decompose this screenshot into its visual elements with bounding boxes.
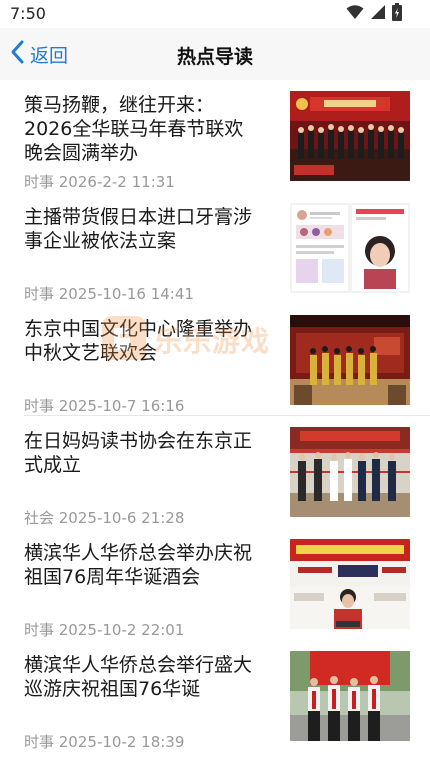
news-item[interactable]: 横滨华人华侨总会举行盛大巡游庆祝祖国76华诞 时事 2025-10-2 18:3… — [0, 640, 430, 752]
news-thumbnail[interactable] — [290, 203, 410, 293]
cellular-signal-icon — [370, 4, 386, 24]
status-time: 7:50 — [10, 4, 46, 23]
nav-bar: 返回 热点导读 — [0, 28, 430, 80]
news-thumbnail[interactable] — [290, 539, 410, 629]
news-title: 东京中国文化中心隆重举办中秋文艺联欢会 — [24, 318, 253, 364]
news-thumbnail[interactable] — [290, 427, 410, 517]
news-meta: 时事 2025-10-2 22:01 — [24, 621, 185, 639]
news-meta: 时事 2026-2-2 11:31 — [24, 173, 175, 191]
status-icons — [346, 3, 402, 25]
news-list: 策马扬鞭，继往开来：2026全华联马年春节联欢晚会圆满举办 时事 2026-2-… — [0, 80, 430, 752]
news-meta: 时事 2025-10-2 18:39 — [24, 733, 185, 751]
news-thumbnail[interactable] — [290, 651, 410, 741]
news-item[interactable]: 策马扬鞭，继往开来：2026全华联马年春节联欢晚会圆满举办 时事 2026-2-… — [0, 80, 430, 192]
page-title: 热点导读 — [176, 46, 253, 68]
news-title: 主播带货假日本进口牙膏涉事企业被依法立案 — [24, 206, 253, 252]
news-meta: 时事 2025-10-7 16:16 — [24, 397, 185, 415]
news-title: 策马扬鞭，继往开来：2026全华联马年春节联欢晚会圆满举办 — [24, 94, 244, 164]
news-thumbnail[interactable] — [290, 315, 410, 405]
news-title: 横滨华人华侨总会举行盛大巡游庆祝祖国76华诞 — [24, 654, 253, 700]
news-item[interactable]: 横滨华人华侨总会举办庆祝祖国76周年华诞酒会 时事 2025-10-2 22:0… — [0, 528, 430, 640]
news-meta: 时事 2025-10-16 14:41 — [24, 285, 194, 303]
wifi-icon — [346, 4, 364, 24]
status-bar: 7:50 — [0, 0, 430, 28]
news-title: 横滨华人华侨总会举办庆祝祖国76周年华诞酒会 — [24, 542, 253, 588]
news-item[interactable]: 东京中国文化中心隆重举办中秋文艺联欢会 时事 2025-10-7 16:16 — [0, 304, 430, 416]
news-meta: 社会 2025-10-6 21:28 — [24, 509, 185, 527]
news-item[interactable]: 主播带货假日本进口牙膏涉事企业被依法立案 时事 2025-10-16 14:41 — [0, 192, 430, 304]
news-title: 在日妈妈读书协会在东京正式成立 — [24, 430, 253, 476]
battery-icon — [392, 3, 402, 25]
news-thumbnail[interactable] — [290, 91, 410, 181]
news-item[interactable]: 在日妈妈读书协会在东京正式成立 社会 2025-10-6 21:28 — [0, 416, 430, 528]
